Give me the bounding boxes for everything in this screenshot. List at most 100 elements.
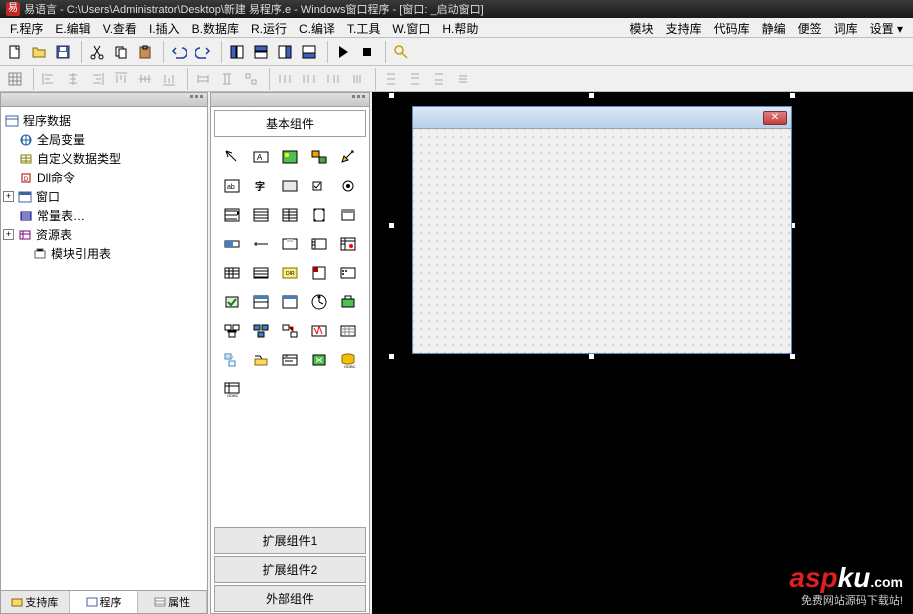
component-tab-external[interactable]: 外部组件 (214, 585, 366, 612)
align-bottom-button[interactable] (158, 68, 180, 90)
component-item-6[interactable]: 字 (248, 173, 274, 199)
project-tree[interactable]: 程序数据 全局变量 自定义数据类型 D Dll命令 + 窗口 (1, 107, 207, 590)
menu-window[interactable]: W.窗口 (386, 18, 436, 37)
new-file-button[interactable] (4, 41, 26, 63)
menu-dictionary[interactable]: 词库 (828, 18, 864, 37)
grid-toggle-button[interactable] (4, 68, 26, 90)
hspace-zero-button[interactable] (346, 68, 368, 90)
align-center-v-button[interactable] (134, 68, 156, 90)
component-item-19[interactable] (335, 231, 361, 257)
tree-root[interactable]: 程序数据 (3, 111, 205, 130)
same-width-button[interactable] (192, 68, 214, 90)
component-item-39[interactable]: ODBC (335, 347, 361, 373)
redo-button[interactable] (192, 41, 214, 63)
vspace-equal-button[interactable] (380, 68, 402, 90)
component-tab-ext1[interactable]: 扩展组件1 (214, 527, 366, 554)
find-button[interactable] (390, 41, 412, 63)
menu-view[interactable]: V.查看 (97, 18, 143, 37)
menu-compile[interactable]: C.编译 (293, 18, 341, 37)
component-item-0[interactable] (219, 144, 245, 170)
component-item-32[interactable] (277, 318, 303, 344)
expand-icon[interactable]: + (3, 191, 14, 202)
undo-button[interactable] (168, 41, 190, 63)
component-item-16[interactable] (248, 231, 274, 257)
menu-edit[interactable]: E.编辑 (49, 18, 96, 37)
component-item-8[interactable] (306, 173, 332, 199)
same-height-button[interactable] (216, 68, 238, 90)
menu-module[interactable]: 模块 (624, 18, 660, 37)
component-tab-ext2[interactable]: 扩展组件2 (214, 556, 366, 583)
vspace-zero-button[interactable] (452, 68, 474, 90)
menu-run[interactable]: R.运行 (245, 18, 293, 37)
component-item-27[interactable] (277, 289, 303, 315)
component-item-7[interactable] (277, 173, 303, 199)
menu-notes[interactable]: 便签 (792, 18, 828, 37)
layout3-button[interactable] (274, 41, 296, 63)
panel-header[interactable] (211, 93, 369, 107)
menu-tools[interactable]: T.工具 (341, 18, 386, 37)
menu-codelib[interactable]: 代码库 (708, 18, 756, 37)
component-item-35[interactable]: SQL (219, 347, 245, 373)
save-button[interactable] (52, 41, 74, 63)
component-item-20[interactable] (219, 260, 245, 286)
cut-button[interactable] (86, 41, 108, 63)
expand-icon[interactable]: + (3, 229, 14, 240)
component-item-3[interactable] (306, 144, 332, 170)
menu-staticcompile[interactable]: 静编 (756, 18, 792, 37)
component-item-2[interactable] (277, 144, 303, 170)
layout4-button[interactable] (298, 41, 320, 63)
menu-file[interactable]: F.程序 (4, 18, 49, 37)
menu-insert[interactable]: I.插入 (143, 18, 186, 37)
vspace-dec-button[interactable] (428, 68, 450, 90)
tree-node-moduleref[interactable]: 模块引用表 (3, 244, 205, 263)
tree-node-datatype[interactable]: 自定义数据类型 (3, 149, 205, 168)
align-center-h-button[interactable] (62, 68, 84, 90)
component-item-5[interactable]: ab (219, 173, 245, 199)
same-size-button[interactable] (240, 68, 262, 90)
run-button[interactable] (332, 41, 354, 63)
tree-node-global[interactable]: 全局变量 (3, 130, 205, 149)
hspace-dec-button[interactable] (322, 68, 344, 90)
component-item-25[interactable] (219, 289, 245, 315)
hspace-inc-button[interactable] (298, 68, 320, 90)
panel-header[interactable] (1, 93, 207, 107)
tree-node-const[interactable]: 常量表… (3, 206, 205, 225)
align-top-button[interactable] (110, 68, 132, 90)
component-item-10[interactable] (219, 202, 245, 228)
design-form-window[interactable]: ✕ (412, 106, 792, 354)
component-item-4[interactable] (335, 144, 361, 170)
component-item-37[interactable]: ab (277, 347, 303, 373)
component-item-26[interactable] (248, 289, 274, 315)
open-file-button[interactable] (28, 41, 50, 63)
align-right-button[interactable] (86, 68, 108, 90)
hspace-equal-button[interactable] (274, 68, 296, 90)
vspace-inc-button[interactable] (404, 68, 426, 90)
component-item-30[interactable] (219, 318, 245, 344)
form-designer[interactable]: ✕ (372, 92, 913, 614)
form-client-area[interactable] (413, 129, 791, 353)
tree-node-dll[interactable]: D Dll命令 (3, 168, 205, 187)
layout2-button[interactable] (250, 41, 272, 63)
copy-button[interactable] (110, 41, 132, 63)
component-item-36[interactable] (248, 347, 274, 373)
menu-supportlib[interactable]: 支持库 (660, 18, 708, 37)
stop-button[interactable] (356, 41, 378, 63)
component-item-23[interactable] (306, 260, 332, 286)
component-item-12[interactable] (277, 202, 303, 228)
tab-support-lib[interactable]: 支持库 (1, 591, 70, 613)
paste-button[interactable] (134, 41, 156, 63)
component-item-38[interactable] (306, 347, 332, 373)
component-item-31[interactable] (248, 318, 274, 344)
component-item-17[interactable] (277, 231, 303, 257)
component-item-24[interactable] (335, 260, 361, 286)
component-item-18[interactable] (306, 231, 332, 257)
tab-property[interactable]: 属性 (138, 591, 207, 613)
component-item-15[interactable] (219, 231, 245, 257)
close-icon[interactable]: ✕ (763, 111, 787, 125)
layout1-button[interactable] (226, 41, 248, 63)
component-item-1[interactable]: A (248, 144, 274, 170)
tree-node-resource[interactable]: + 资源表 (3, 225, 205, 244)
component-item-40[interactable]: ODBC (219, 376, 245, 402)
component-item-29[interactable] (335, 289, 361, 315)
menu-help[interactable]: H.帮助 (436, 18, 484, 37)
